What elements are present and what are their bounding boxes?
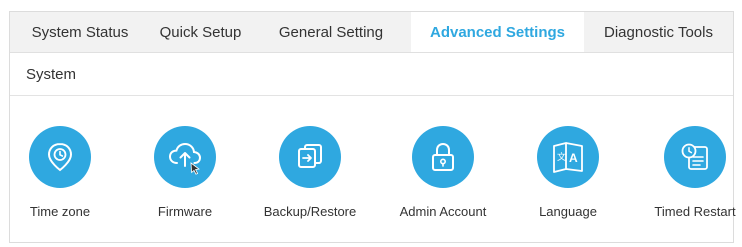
item-timed-restart[interactable]: Timed Restart bbox=[630, 126, 742, 219]
item-language[interactable]: 文 A Language bbox=[503, 126, 633, 219]
settings-panel: System Status Quick Setup General Settin… bbox=[9, 11, 736, 243]
tab-system-status[interactable]: System Status bbox=[10, 12, 150, 52]
item-time-zone[interactable]: Time zone bbox=[0, 126, 125, 219]
timed-restart-icon bbox=[664, 126, 726, 188]
item-firmware[interactable]: Firmware bbox=[120, 126, 250, 219]
item-label: Time zone bbox=[29, 204, 91, 219]
item-admin-account[interactable]: Admin Account bbox=[378, 126, 508, 219]
language-book-icon: 文 A bbox=[537, 126, 599, 188]
settings-items: Time zone Firmware Backup/Restore Admin … bbox=[10, 96, 736, 242]
svg-text:文: 文 bbox=[557, 151, 566, 163]
item-label: Timed Restart bbox=[654, 204, 736, 219]
tab-advanced-settings[interactable]: Advanced Settings bbox=[411, 12, 584, 52]
item-label: Firmware bbox=[157, 204, 213, 219]
lock-icon bbox=[412, 126, 474, 188]
svg-text:A: A bbox=[569, 151, 578, 165]
section-title: System bbox=[10, 53, 733, 96]
tab-general-setting[interactable]: General Setting bbox=[251, 12, 411, 52]
item-label: Backup/Restore bbox=[263, 204, 357, 219]
tab-quick-setup[interactable]: Quick Setup bbox=[150, 12, 251, 52]
tab-bar: System Status Quick Setup General Settin… bbox=[10, 12, 733, 53]
backup-restore-icon bbox=[279, 126, 341, 188]
clock-pin-icon bbox=[29, 126, 91, 188]
cloud-upload-icon bbox=[154, 126, 216, 188]
tab-diagnostic-tools[interactable]: Diagnostic Tools bbox=[584, 12, 733, 52]
item-backup-restore[interactable]: Backup/Restore bbox=[245, 126, 375, 219]
item-label: Language bbox=[539, 204, 597, 219]
item-label: Admin Account bbox=[399, 204, 487, 219]
